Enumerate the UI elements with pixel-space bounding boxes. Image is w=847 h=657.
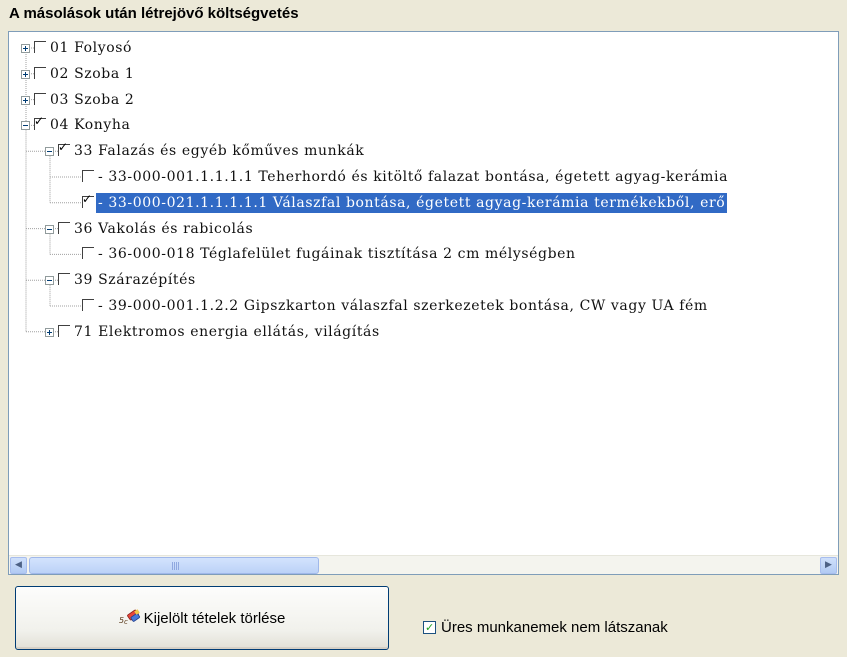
expander-bar [25, 71, 26, 77]
expander-bar [23, 125, 28, 127]
tree-item-label[interactable]: - 39-000-001.1.2.2 Gipszkarton válaszfal… [96, 296, 710, 316]
tree-item-label[interactable]: 39 Szárazépítés [72, 270, 198, 290]
expander-bar [47, 228, 52, 230]
collapse-icon[interactable] [45, 224, 54, 234]
tree-item-label[interactable]: 04 Konyha [48, 115, 132, 135]
expand-icon[interactable] [45, 327, 54, 337]
hide-empty-label[interactable]: Üres munkanemek nem látszanak [441, 619, 668, 636]
tree-checkbox[interactable] [58, 324, 70, 337]
tree-checkbox[interactable] [34, 92, 46, 105]
expander-bar [49, 329, 50, 335]
horizontal-scrollbar[interactable]: ◀ ▶ [9, 555, 838, 574]
expand-icon[interactable] [21, 95, 30, 105]
tree-item-label[interactable]: - 33-000-001.1.1.1.1 Teherhordó és kitöl… [96, 167, 730, 187]
expander-bar [25, 97, 26, 103]
tree-checkbox[interactable] [58, 221, 70, 234]
expander-bar [47, 151, 52, 153]
collapse-icon[interactable] [45, 276, 54, 286]
delete-button-content: 5 c Kijelölt tételek törlése [16, 608, 388, 627]
tree-item-label[interactable]: - 36-000-018 Téglafelület fugáinak tiszt… [96, 244, 578, 264]
scroll-right-button[interactable]: ▶ [820, 557, 837, 574]
panel-title: A másolások után létrejövő költségvetés [9, 5, 299, 22]
checkmark-icon: ✓ [58, 140, 69, 155]
tree-checkbox[interactable] [34, 66, 46, 79]
tree-checkbox[interactable]: ✓ [34, 114, 46, 131]
tree-item-label[interactable]: 36 Vakolás és rabicolás [72, 219, 255, 239]
tree-item-label[interactable]: 71 Elektromos energia ellátás, világítás [72, 322, 382, 342]
tree-checkbox[interactable] [82, 299, 94, 311]
expander-bar [47, 280, 52, 282]
tree-checkbox[interactable]: ✓ [58, 140, 70, 157]
tree-checkbox[interactable] [82, 170, 94, 182]
delete-button-label: Kijelölt tételek törlése [143, 610, 286, 627]
checkmark-icon: ✓ [425, 621, 435, 634]
hide-empty-checkbox[interactable]: ✓ [423, 621, 436, 634]
tree-item-label[interactable]: 02 Szoba 1 [48, 64, 136, 84]
tree-item-label[interactable]: 03 Szoba 2 [48, 90, 136, 110]
expand-icon[interactable] [21, 44, 30, 53]
scrollbar-thumb[interactable] [29, 557, 319, 574]
scroll-left-button[interactable]: ◀ [10, 557, 27, 574]
collapse-icon[interactable] [45, 147, 54, 157]
tree-connector-lines [25, 47, 82, 333]
tree-checkbox[interactable] [82, 247, 94, 260]
budget-tree-view[interactable]: 01 Folyosó 02 Szoba 1 03 Szoba 2 ✓ 04 Konyha… [8, 31, 839, 575]
expand-icon[interactable] [21, 69, 30, 79]
checkmark-icon: ✓ [82, 191, 93, 206]
checkmark-icon: ✓ [34, 114, 45, 129]
scrollbar-grip [172, 562, 180, 570]
tree-area[interactable]: 01 Folyosó 02 Szoba 1 03 Szoba 2 ✓ 04 Konyha… [9, 32, 838, 555]
tree-checkbox[interactable] [34, 41, 46, 53]
collapse-icon[interactable] [21, 121, 30, 131]
tree-checkbox[interactable] [58, 273, 70, 286]
tree-item-label[interactable]: 33 Falazás és egyéb kőműves munkák [72, 141, 366, 161]
delete-selected-items-button[interactable]: 5 c Kijelölt tételek törlése [15, 586, 389, 650]
tree-item-label[interactable]: - 33-000-021.1.1.1.1.1 Válaszfal bontása… [96, 192, 728, 213]
tree-item-label[interactable]: 01 Folyosó [48, 38, 134, 58]
eraser-icon: 5 c [119, 609, 140, 626]
expander-bar [25, 46, 26, 51]
svg-text:c: c [124, 618, 128, 626]
tree-checkbox[interactable]: ✓ [82, 191, 94, 208]
